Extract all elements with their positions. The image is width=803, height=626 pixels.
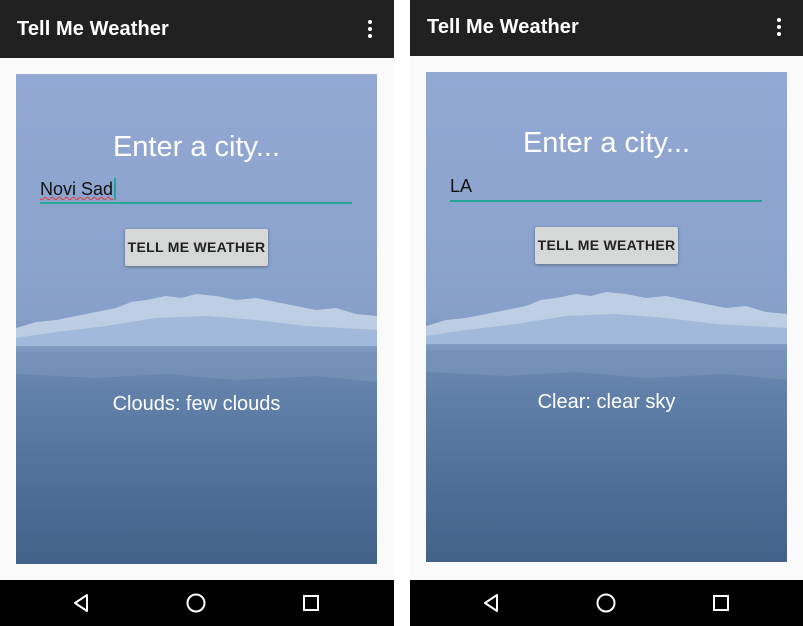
tell-me-weather-button[interactable]: TELL ME WEATHER	[125, 229, 268, 266]
app-bar: Tell Me Weather	[0, 0, 394, 58]
city-prompt-heading: Enter a city...	[522, 127, 691, 159]
glacier-illustration	[16, 294, 377, 382]
app-bar: Tell Me Weather	[410, 0, 803, 56]
text-cursor	[114, 178, 117, 200]
background-image: Enter a city... LA TELL ME WEATHER Clear…	[426, 72, 787, 562]
back-icon[interactable]	[67, 588, 97, 618]
back-icon[interactable]	[477, 588, 507, 618]
system-nav-bar	[410, 580, 803, 626]
home-icon[interactable]	[591, 588, 621, 618]
app-title: Tell Me Weather	[427, 16, 579, 38]
system-nav-bar	[0, 580, 394, 626]
tell-me-weather-button[interactable]: TELL ME WEATHER	[535, 227, 678, 264]
recents-icon[interactable]	[296, 588, 326, 618]
recents-icon[interactable]	[706, 588, 736, 618]
app-title: Tell Me Weather	[17, 18, 169, 40]
phone-screen-left: Tell Me Weather Enter a city... Novi Sad…	[0, 0, 394, 626]
overflow-menu-icon[interactable]	[360, 18, 380, 40]
home-icon[interactable]	[181, 588, 211, 618]
city-prompt-heading: Enter a city...	[112, 131, 281, 163]
phone-screen-right: Tell Me Weather Enter a city... LA TELL …	[410, 0, 803, 626]
city-input[interactable]: Novi Sad	[40, 176, 352, 204]
city-input-value: Novi Sad	[40, 179, 114, 199]
weather-result-text: Clear: clear sky	[537, 391, 676, 413]
background-image: Enter a city... Novi Sad TELL ME WEATHER…	[16, 74, 377, 564]
city-input[interactable]: LA	[450, 174, 762, 202]
weather-result-text: Clouds: few clouds	[112, 393, 281, 415]
overflow-menu-icon[interactable]	[769, 16, 789, 38]
city-input-value: LA	[450, 176, 473, 196]
screenshot-canvas: Tell Me Weather Enter a city... Novi Sad…	[0, 0, 803, 626]
glacier-illustration	[426, 292, 787, 380]
